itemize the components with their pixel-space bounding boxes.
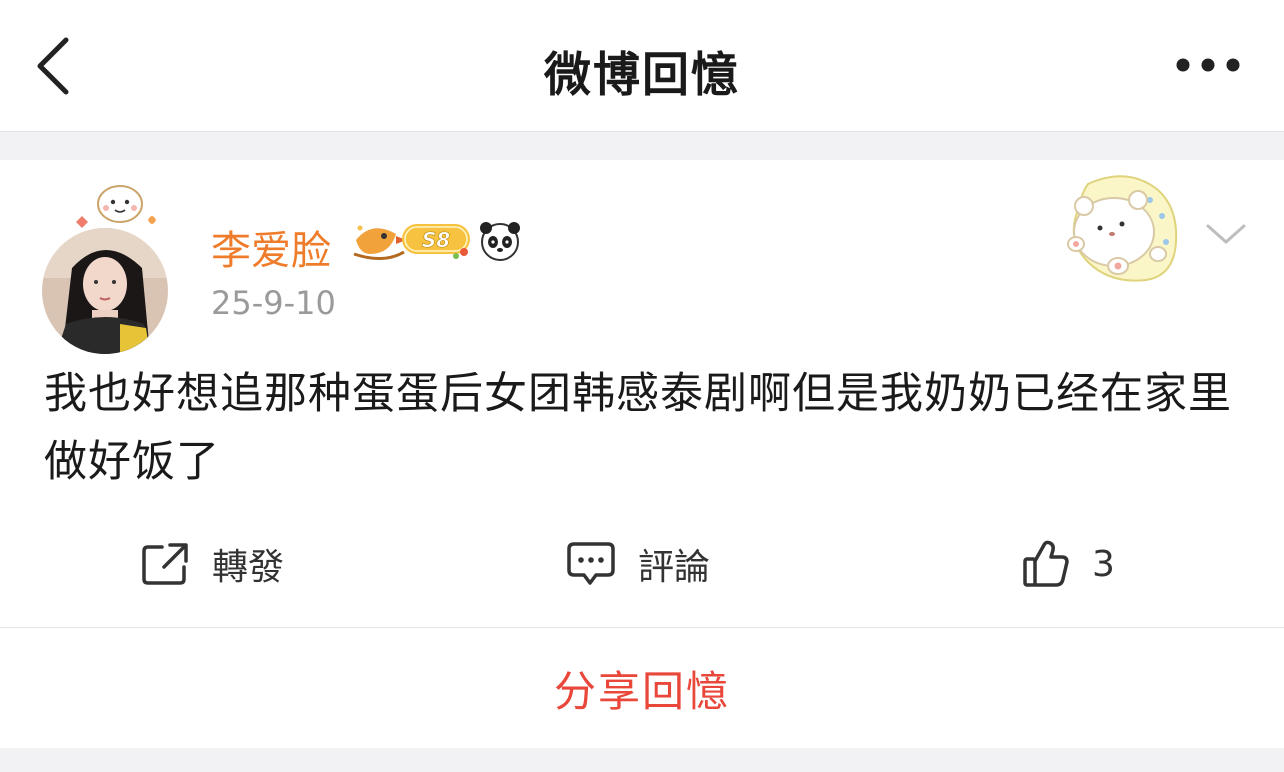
username[interactable]: 李爱脸	[211, 218, 331, 276]
chevron-down-icon	[1206, 224, 1246, 244]
bear-sticker-icon	[1067, 175, 1178, 282]
avatar[interactable]	[42, 228, 168, 354]
more-dots-icon	[1176, 58, 1240, 72]
comment-label: 評論	[638, 547, 711, 588]
more-button[interactable]	[1168, 50, 1248, 80]
post-card: 李爱脸 S8 25-9-10 我也好想追那种蛋蛋后女团韩感泰剧啊但是我奶奶已经在…	[0, 160, 1284, 748]
repost-label: 轉發	[212, 547, 285, 588]
post-options-chevron[interactable]	[1200, 218, 1252, 250]
level-badge: S8	[402, 224, 470, 259]
share-memory-button[interactable]: 分享回憶	[0, 628, 1284, 748]
page-title: 微博回憶	[544, 48, 740, 103]
post-content: 我也好想追那种蛋蛋后女团韩感泰剧啊但是我奶奶已经在家里做好饭了	[44, 369, 1232, 487]
vip-bird-icon	[353, 225, 406, 260]
post-date: 25-9-10	[211, 284, 336, 322]
avatar-wrapper[interactable]	[38, 178, 178, 354]
like-count: 3	[1092, 543, 1115, 585]
repost-button[interactable]: 轉發	[140, 534, 284, 594]
top-nav-bar: 微博回憶	[0, 0, 1284, 132]
user-badges: S8	[350, 218, 530, 266]
share-arrow-icon	[142, 543, 188, 585]
share-memory-label: 分享回憶	[553, 666, 730, 716]
like-button[interactable]: 3	[1022, 534, 1115, 594]
comment-bubble-icon	[567, 542, 615, 585]
thumbs-up-icon	[1023, 540, 1069, 587]
panda-icon	[480, 222, 520, 261]
level-badge-text: S8	[422, 228, 450, 252]
comment-button[interactable]: 評論	[566, 534, 710, 594]
